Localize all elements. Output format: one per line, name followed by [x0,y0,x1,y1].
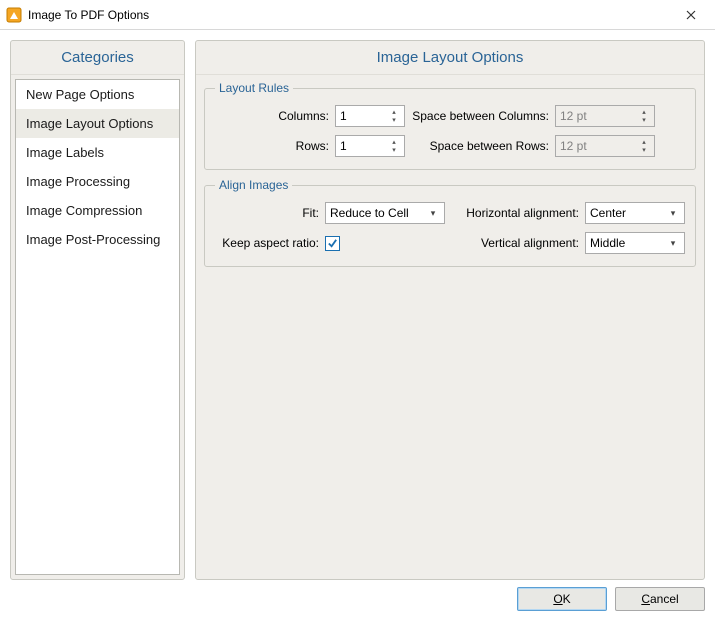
space-rows-input[interactable]: 12 pt ▴▾ [555,135,655,157]
fit-label: Fit: [215,206,325,220]
h-align-select[interactable]: Center▾ [585,202,685,224]
close-button[interactable] [671,1,711,29]
category-item-new-page-options[interactable]: New Page Options [16,80,179,109]
ok-button[interactable]: OK [517,587,607,611]
button-row: OK Cancel [0,586,715,622]
category-item-image-layout-options[interactable]: Image Layout Options [16,109,179,138]
space-cols-input[interactable]: 12 pt ▴▾ [555,105,655,127]
content-area: Categories New Page Options Image Layout… [0,30,715,586]
space-rows-value: 12 pt [560,139,638,153]
chevron-down-icon: ▾ [666,208,680,219]
titlebar: Image To PDF Options [0,0,715,30]
columns-spinner[interactable]: ▴▾ [388,108,400,124]
columns-input[interactable]: 1 ▴▾ [335,105,405,127]
v-align-select[interactable]: Middle▾ [585,232,685,254]
chevron-down-icon: ▾ [426,208,440,219]
window-title: Image To PDF Options [28,8,671,22]
categories-list: New Page Options Image Layout Options Im… [15,79,180,575]
space-rows-spinner[interactable]: ▴▾ [638,138,650,154]
v-align-label: Vertical alignment: [445,236,585,250]
columns-label: Columns: [215,109,335,123]
rows-label: Rows: [215,139,335,153]
space-rows-label: Space between Rows: [405,139,555,153]
space-cols-label: Space between Columns: [405,109,555,123]
app-icon [6,7,22,23]
layout-rules-group: Layout Rules Columns: 1 ▴▾ Space between… [204,81,696,170]
category-item-image-compression[interactable]: Image Compression [16,196,179,225]
main-header: Image Layout Options [196,41,704,75]
keep-aspect-label: Keep aspect ratio: [215,236,325,250]
rows-input[interactable]: 1 ▴▾ [335,135,405,157]
align-images-group: Align Images Fit:Reduce to Cell▾Horizonta… [204,178,696,267]
main-body: Layout Rules Columns: 1 ▴▾ Space between… [196,75,704,579]
rows-spinner[interactable]: ▴▾ [388,138,400,154]
cancel-button[interactable]: Cancel [615,587,705,611]
space-cols-value: 12 pt [560,109,638,123]
categories-header: Categories [11,41,184,75]
main-panel: Image Layout Options Layout Rules Column… [195,40,705,580]
space-cols-spinner[interactable]: ▴▾ [638,108,650,124]
columns-value: 1 [340,109,388,123]
category-item-image-labels[interactable]: Image Labels [16,138,179,167]
fit-select[interactable]: Reduce to Cell▾ [325,202,445,224]
align-images-legend: Align Images [215,178,292,192]
categories-panel: Categories New Page Options Image Layout… [10,40,185,580]
chevron-down-icon: ▾ [666,238,680,249]
keep-aspect-checkbox[interactable] [325,236,340,251]
rows-value: 1 [340,139,388,153]
category-item-image-post-processing[interactable]: Image Post-Processing [16,225,179,254]
h-align-label: Horizontal alignment: [445,206,585,220]
layout-rules-legend: Layout Rules [215,81,293,95]
category-item-image-processing[interactable]: Image Processing [16,167,179,196]
